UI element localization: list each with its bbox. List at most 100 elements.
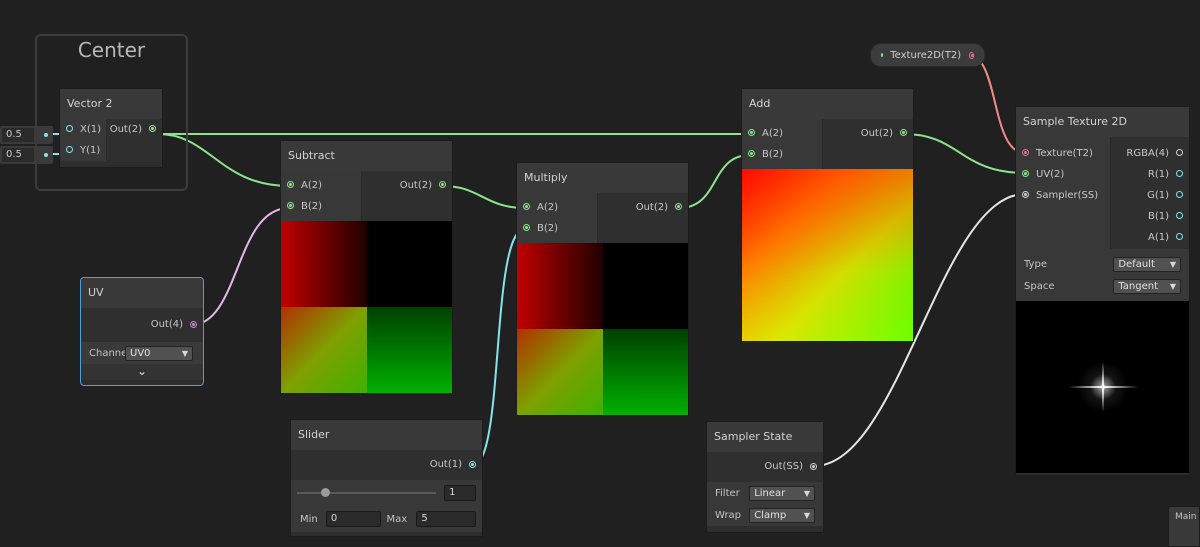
node-preview [742, 169, 913, 341]
port-dot-icon[interactable] [1022, 191, 1029, 198]
slider-value-field[interactable]: 1 [444, 485, 476, 501]
space-dropdown[interactable]: Tangent ▼ [1113, 278, 1181, 294]
output-port-a[interactable]: A(1) [1111, 227, 1189, 248]
port-dot-icon[interactable] [469, 461, 476, 468]
port-dot-icon[interactable] [149, 125, 156, 132]
inline-y-value[interactable]: 0.5 [2, 148, 34, 162]
sample-texture-2d-node[interactable]: Sample Texture 2D Texture(T2) UV(2) Samp… [1015, 106, 1190, 476]
output-port[interactable]: Out(2) [362, 175, 452, 196]
port-label: B(2) [301, 201, 323, 212]
inline-y-port-icon [44, 153, 48, 157]
port-label: G(1) [1147, 190, 1169, 201]
input-port-b[interactable]: B(2) [742, 144, 822, 165]
output-port[interactable]: Out(1) [291, 450, 482, 480]
port-dot-icon[interactable] [748, 150, 755, 157]
output-port[interactable]: Out(2) [598, 197, 688, 218]
output-port[interactable]: Out(4) [81, 308, 203, 342]
main-preview-title[interactable]: Main P [1169, 507, 1199, 522]
port-label: X(1) [80, 124, 102, 135]
output-port[interactable]: Out(2) [823, 123, 913, 144]
type-dropdown[interactable]: Default ▼ [1113, 256, 1181, 272]
input-port-texture[interactable]: Texture(T2) [1016, 143, 1110, 164]
channel-label: Channe [89, 347, 125, 359]
port-dot-icon[interactable] [190, 321, 197, 328]
port-label: B(2) [762, 149, 784, 160]
port-dot-icon[interactable] [1176, 170, 1183, 177]
slider-thumb[interactable] [321, 488, 330, 497]
inline-x-value[interactable]: 0.5 [2, 128, 34, 142]
port-dot-icon[interactable] [810, 463, 817, 470]
port-dot-icon[interactable] [1176, 191, 1183, 198]
port-dot-icon[interactable] [1022, 149, 1029, 156]
port-dot-icon[interactable] [1176, 233, 1183, 240]
port-label: Out(2) [399, 180, 432, 191]
port-dot-icon[interactable] [1022, 170, 1029, 177]
port-label: Y(1) [80, 145, 101, 156]
uv-node[interactable]: UV Out(4) Channe UV0 ▼ ⌄ [80, 277, 204, 386]
port-dot-icon[interactable] [969, 51, 974, 59]
space-value: Tangent [1118, 280, 1159, 292]
main-preview-panel[interactable]: Main P [1168, 506, 1200, 547]
expand-button[interactable]: ⌄ [81, 364, 203, 380]
wire-uv-to-subtract[interactable] [190, 207, 290, 326]
add-node[interactable]: Add A(2) B(2) Out(2) [741, 88, 914, 342]
subtract-node[interactable]: Subtract A(2) B(2) Out(2) [280, 140, 453, 394]
inline-input-x[interactable]: 0.5 [0, 126, 53, 144]
texture2d-property-node[interactable]: Texture2D(T2) [870, 43, 985, 67]
node-title[interactable]: Subtract [281, 141, 452, 171]
input-port-a[interactable]: A(2) [517, 197, 597, 218]
output-port-rgba[interactable]: RGBA(4) [1111, 143, 1189, 164]
input-port-b[interactable]: B(2) [517, 218, 597, 239]
output-port-b[interactable]: B(1) [1111, 206, 1189, 227]
group-title[interactable]: Center [37, 38, 186, 62]
node-title[interactable]: UV [81, 278, 203, 308]
output-port-g[interactable]: G(1) [1111, 185, 1189, 206]
output-port[interactable]: Out(SS) [707, 452, 823, 482]
input-port-b[interactable]: B(2) [281, 196, 361, 217]
sampler-state-node[interactable]: Sampler State Out(SS) Filter Linear ▼ Wr… [706, 421, 824, 533]
wire-subtract-to-multiply[interactable] [442, 185, 526, 209]
inline-x-port-icon [44, 133, 48, 137]
wire-add-to-sample-uv[interactable] [903, 133, 1026, 174]
max-field[interactable]: 5 [416, 511, 476, 527]
input-port-sampler[interactable]: Sampler(SS) [1016, 185, 1110, 206]
vector2-node[interactable]: Vector 2 X(1) Y(1) Out(2) [59, 88, 163, 168]
port-dot-icon[interactable] [1176, 149, 1183, 156]
port-dot-icon[interactable] [439, 181, 446, 188]
min-field[interactable]: 0 [325, 511, 381, 527]
port-dot-icon[interactable] [748, 129, 755, 136]
wrap-dropdown[interactable]: Clamp ▼ [749, 507, 815, 523]
node-title[interactable]: Sampler State [707, 422, 823, 452]
node-title[interactable]: Sample Texture 2D [1016, 107, 1189, 137]
port-dot-icon[interactable] [66, 146, 73, 153]
inline-input-y[interactable]: 0.5 [0, 146, 53, 164]
port-dot-icon[interactable] [675, 203, 682, 210]
wire-multiply-to-add[interactable] [678, 154, 751, 209]
channel-value: UV0 [130, 347, 151, 359]
input-port-x[interactable]: X(1) [60, 119, 106, 140]
output-port-r[interactable]: R(1) [1111, 164, 1189, 185]
output-port[interactable]: Out(2) [107, 119, 162, 140]
port-dot-icon[interactable] [1176, 212, 1183, 219]
port-dot-icon[interactable] [900, 129, 907, 136]
input-port-y[interactable]: Y(1) [60, 140, 106, 161]
input-port-a[interactable]: A(2) [742, 123, 822, 144]
port-dot-icon[interactable] [287, 202, 294, 209]
port-dot-icon[interactable] [287, 181, 294, 188]
node-title[interactable]: Add [742, 89, 913, 119]
filter-dropdown[interactable]: Linear ▼ [749, 485, 815, 501]
port-dot-icon[interactable] [523, 224, 530, 231]
node-title[interactable]: Multiply [517, 163, 688, 193]
channel-dropdown[interactable]: UV0 ▼ [125, 345, 193, 361]
node-title[interactable]: Slider [291, 420, 482, 450]
node-title[interactable]: Vector 2 [60, 89, 162, 119]
port-label: UV(2) [1036, 169, 1065, 180]
port-dot-icon[interactable] [66, 125, 73, 132]
input-port-a[interactable]: A(2) [281, 175, 361, 196]
slider-track[interactable] [297, 488, 437, 497]
type-value: Default [1118, 258, 1155, 270]
slider-node[interactable]: Slider Out(1) 1 Min 0 Max 5 [290, 419, 483, 537]
port-dot-icon[interactable] [523, 203, 530, 210]
multiply-node[interactable]: Multiply A(2) B(2) Out(2) [516, 162, 689, 416]
input-port-uv[interactable]: UV(2) [1016, 164, 1110, 185]
